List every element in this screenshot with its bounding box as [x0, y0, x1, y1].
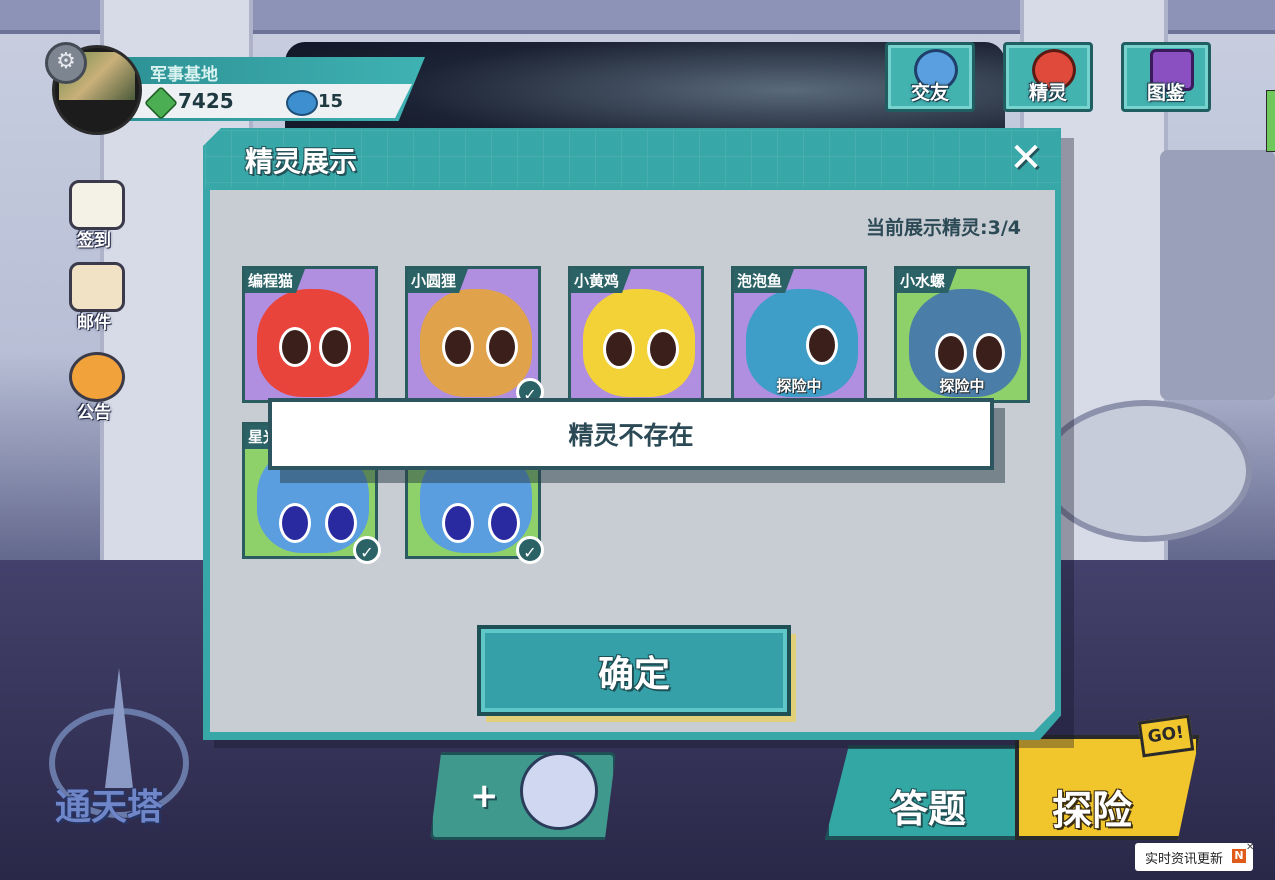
explore-label: 探险	[1052, 788, 1132, 834]
mail-label: 邮件	[77, 313, 111, 333]
envelope-icon	[69, 262, 125, 312]
plus-icon: +	[470, 776, 499, 816]
toast-text: 精灵不存在	[568, 421, 694, 450]
pet-status: 探险中	[776, 377, 822, 395]
codex-button[interactable]: 图鉴	[1121, 42, 1211, 112]
pet-card[interactable]: 小水螺 探险中	[894, 266, 1030, 403]
pet-image	[257, 289, 369, 397]
pets-label: 精灵	[1028, 82, 1067, 104]
pet-eye	[325, 503, 357, 543]
pet-eye	[973, 333, 1005, 373]
pet-card[interactable]: 小黄鸡	[568, 266, 704, 403]
pet-eye	[806, 325, 838, 365]
checkin-button[interactable]: 签到	[63, 180, 125, 251]
codex-label: 图鉴	[1146, 82, 1185, 104]
tower-button[interactable]: 通天塔	[45, 668, 193, 840]
calendar-icon	[69, 180, 125, 230]
pet-name: 编程猫	[245, 269, 306, 293]
modal-title: 精灵展示	[245, 145, 358, 178]
megaphone-icon	[69, 352, 125, 402]
pet-name: 小水螺	[897, 269, 958, 293]
mail-button[interactable]: 邮件	[63, 262, 125, 333]
side-scroll-bar[interactable]	[1266, 90, 1275, 152]
pets-button[interactable]: 精灵	[1003, 42, 1093, 112]
pet-name: 小圆狸	[408, 269, 469, 293]
pet-eye	[488, 503, 520, 543]
confirm-button[interactable]: 确定	[477, 625, 791, 716]
close-icon[interactable]: ✕	[1006, 138, 1046, 178]
pet-eye	[442, 327, 474, 367]
pet-eye	[442, 503, 474, 543]
quiz-label: 答题	[890, 787, 967, 831]
friends-label: 交友	[910, 82, 949, 104]
checkin-label: 签到	[77, 231, 111, 251]
pet-eye	[279, 503, 311, 543]
news-close-icon[interactable]: ✕	[1246, 842, 1254, 853]
pet-name: 泡泡鱼	[734, 269, 795, 293]
pet-eye	[319, 327, 351, 367]
news-text: 实时资讯更新	[1145, 851, 1224, 867]
gear-icon[interactable]: ⚙	[45, 42, 87, 84]
tower-label: 通天塔	[55, 787, 164, 828]
check-icon: ✓	[353, 536, 381, 564]
pet-eye	[603, 329, 635, 369]
blue-crystal-icon	[286, 90, 318, 116]
error-toast: 精灵不存在	[268, 398, 994, 470]
pet-image	[420, 289, 532, 397]
news-logo-icon: N	[1232, 849, 1246, 863]
check-icon: ✓	[516, 536, 544, 564]
pet-name: 小黄鸡	[571, 269, 632, 293]
notice-button[interactable]: 公告	[63, 352, 125, 423]
confirm-label: 确定	[597, 653, 670, 695]
friends-button[interactable]: 交友	[885, 42, 975, 112]
pet-eye	[935, 333, 967, 373]
pet-card[interactable]: 泡泡鱼 探险中	[731, 266, 867, 403]
machine	[1160, 150, 1275, 400]
pet-image	[583, 289, 695, 397]
pet-eye	[647, 329, 679, 369]
pet-eye	[486, 327, 518, 367]
player-name: 军事基地	[150, 65, 218, 85]
pet-avatar[interactable]	[520, 752, 598, 830]
gem-count: 7425	[178, 89, 234, 113]
display-count: 当前展示精灵:3/4	[866, 217, 1021, 239]
pet-eye	[279, 327, 311, 367]
pet-card[interactable]: 编程猫	[242, 266, 378, 403]
crystal-count: 15	[318, 91, 344, 112]
pet-status: 探险中	[939, 377, 985, 395]
notice-label: 公告	[77, 403, 111, 423]
go-badge: GO!	[1137, 714, 1195, 758]
